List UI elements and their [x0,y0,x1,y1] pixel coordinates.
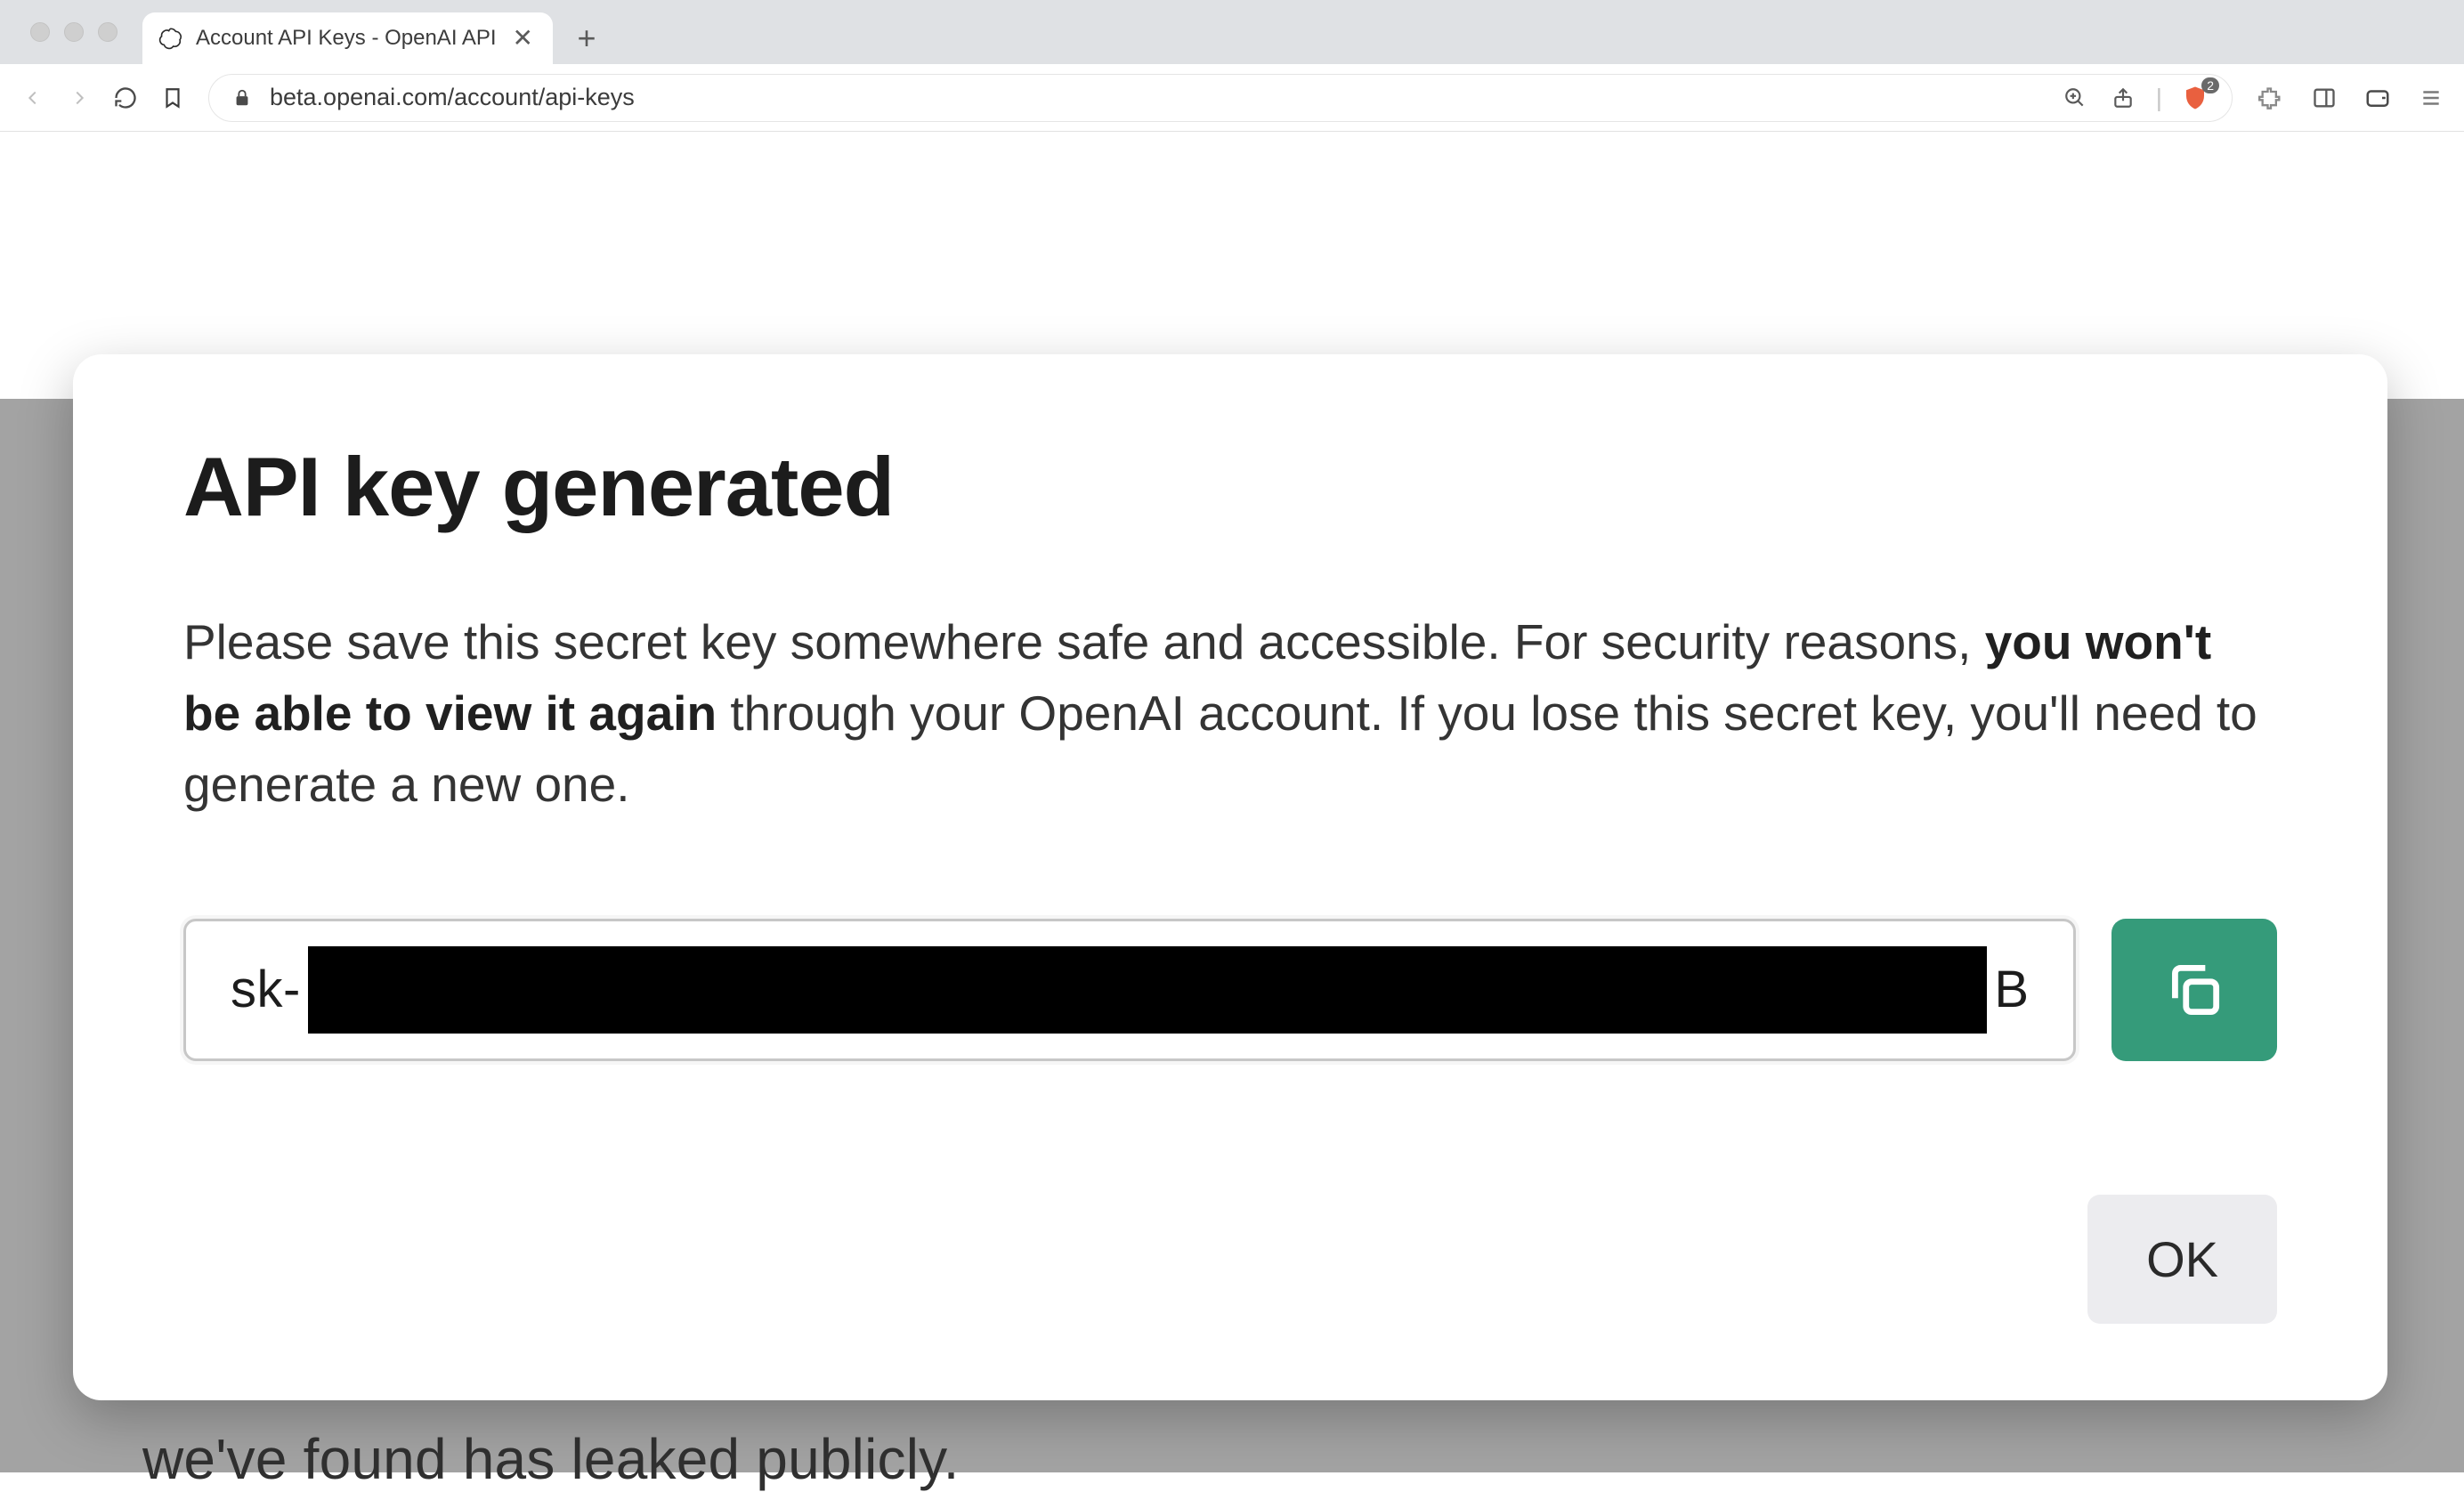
menu-icon[interactable] [2416,83,2446,113]
browser-tab[interactable]: Account API Keys - OpenAI API ✕ [142,12,553,64]
window-zoom-button[interactable] [98,22,118,42]
bookmark-button[interactable] [157,82,189,114]
background-page-text: we've found has leaked publicly. [142,1426,960,1492]
shield-badge-count: 2 [2201,77,2219,94]
tab-bar: Account API Keys - OpenAI API ✕ + [0,0,2464,64]
toolbar: beta.openai.com/account/api-keys | 2 [0,64,2464,132]
back-button[interactable] [18,83,48,113]
ok-button[interactable]: OK [2087,1195,2277,1324]
browser-chrome: Account API Keys - OpenAI API ✕ + beta.o… [0,0,2464,132]
modal-description: Please save this secret key somewhere sa… [183,606,2277,821]
api-key-modal: API key generated Please save this secre… [73,354,2387,1400]
api-key-redacted [308,946,1987,1034]
toolbar-separator: | [2156,84,2162,112]
extensions-icon[interactable] [2256,83,2286,113]
brave-shield-icon[interactable]: 2 [2180,83,2210,113]
reload-button[interactable] [110,83,141,113]
api-key-suffix: B [1994,960,2029,1019]
new-tab-button[interactable]: + [563,15,610,61]
api-key-prefix: sk- [231,960,301,1019]
page-content: we've found has leaked publicly. API key… [0,132,2464,1472]
sidepanel-icon[interactable] [2309,83,2339,113]
url-text: beta.openai.com/account/api-keys [270,84,2044,111]
window-minimize-button[interactable] [64,22,84,42]
wallet-icon[interactable] [2363,83,2393,113]
copy-icon [2161,957,2227,1023]
window-close-button[interactable] [30,22,50,42]
tab-title: Account API Keys - OpenAI API [196,26,497,51]
api-key-field[interactable]: sk- B [183,919,2076,1061]
forward-button[interactable] [64,83,94,113]
modal-footer: OK [183,1195,2277,1324]
window-controls [16,0,139,64]
openai-favicon [158,26,183,51]
api-key-row: sk- B [183,919,2277,1061]
copy-button[interactable] [2111,919,2277,1061]
tab-close-button[interactable]: ✕ [509,26,537,51]
address-bar[interactable]: beta.openai.com/account/api-keys | 2 [208,74,2233,122]
modal-title: API key generated [183,443,2277,531]
lock-icon [231,86,254,109]
zoom-icon[interactable] [2060,83,2090,113]
share-icon[interactable] [2108,83,2138,113]
modal-desc-before: Please save this secret key somewhere sa… [183,614,1985,669]
